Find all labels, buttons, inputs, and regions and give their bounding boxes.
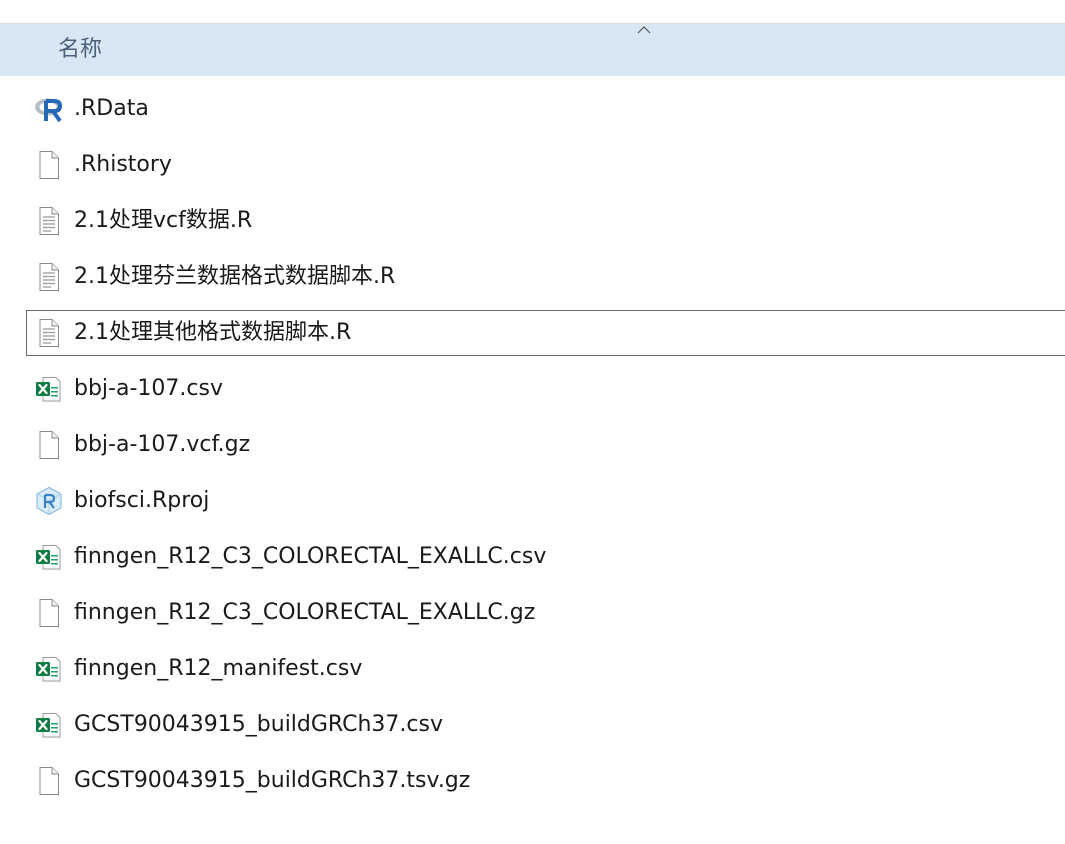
file-name: bbj-a-107.vcf.gz (74, 432, 251, 457)
file-row[interactable]: GCST90043915_buildGRCh37.csv (26, 702, 1065, 748)
file-row[interactable]: bbj-a-107.csv (26, 366, 1065, 412)
rproj-icon (34, 486, 64, 516)
file-name: finngen_R12_C3_COLORECTAL_EXALLC.csv (74, 544, 547, 569)
text-file-icon (34, 318, 64, 348)
file-row[interactable]: finngen_R12_C3_COLORECTAL_EXALLC.gz (26, 590, 1065, 636)
text-file-icon (34, 206, 64, 236)
file-row[interactable]: bbj-a-107.vcf.gz (26, 422, 1065, 468)
file-row[interactable]: 2.1处理vcf数据.R (26, 198, 1065, 244)
file-name: GCST90043915_buildGRCh37.tsv.gz (74, 768, 471, 793)
file-row[interactable]: finngen_R12_C3_COLORECTAL_EXALLC.csv (26, 534, 1065, 580)
file-name: 2.1处理vcf数据.R (74, 208, 253, 233)
file-name: .Rhistory (74, 152, 172, 177)
excel-file-icon (34, 710, 64, 740)
file-row[interactable]: .Rhistory (26, 142, 1065, 188)
excel-file-icon (34, 654, 64, 684)
chevron-up-icon[interactable] (636, 24, 652, 36)
blank-file-icon (34, 598, 64, 628)
file-name: 2.1处理芬兰数据格式数据脚本.R (74, 264, 396, 289)
file-row[interactable]: GCST90043915_buildGRCh37.tsv.gz (26, 758, 1065, 804)
file-name: finngen_R12_C3_COLORECTAL_EXALLC.gz (74, 600, 536, 625)
file-name: 2.1处理其他格式数据脚本.R (74, 320, 352, 345)
file-row[interactable]: 2.1处理芬兰数据格式数据脚本.R (26, 254, 1065, 300)
column-header-label: 名称 (58, 37, 103, 62)
file-row-selected[interactable]: 2.1处理其他格式数据脚本.R (26, 310, 1065, 356)
blank-file-icon (34, 150, 64, 180)
blank-file-icon (34, 430, 64, 460)
file-name: GCST90043915_buildGRCh37.csv (74, 712, 443, 737)
file-row[interactable]: finngen_R12_manifest.csv (26, 646, 1065, 692)
file-row[interactable]: biofsci.Rproj (26, 478, 1065, 524)
file-name: biofsci.Rproj (74, 488, 210, 513)
file-name: bbj-a-107.csv (74, 376, 223, 401)
text-file-icon (34, 262, 64, 292)
column-header-name[interactable]: 名称 (0, 24, 1065, 76)
file-row[interactable]: .RData (26, 86, 1065, 132)
blank-file-icon (34, 766, 64, 796)
excel-file-icon (34, 374, 64, 404)
file-name: finngen_R12_manifest.csv (74, 656, 363, 681)
r-logo-icon (34, 94, 64, 124)
excel-file-icon (34, 542, 64, 572)
file-name: .RData (74, 96, 149, 121)
